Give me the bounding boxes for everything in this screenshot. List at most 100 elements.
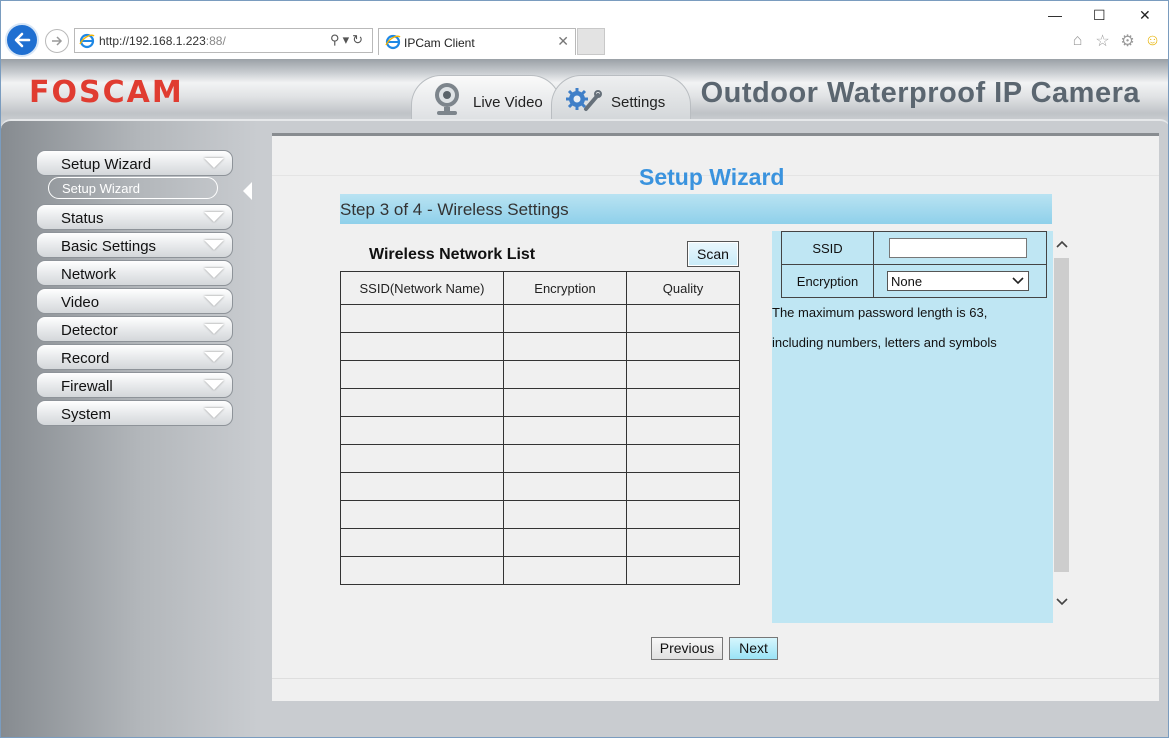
table-row[interactable] <box>340 332 740 361</box>
table-cell <box>340 472 504 501</box>
sidebar-item-basic-settings[interactable]: Basic Settings <box>36 232 233 258</box>
chevron-up-icon[interactable] <box>1055 239 1069 249</box>
table-cell <box>626 444 740 473</box>
scan-button[interactable]: Scan <box>687 241 739 267</box>
chevron-down-icon <box>204 158 224 168</box>
table-row[interactable] <box>340 472 740 501</box>
star-icon[interactable]: ☆ <box>1093 31 1112 50</box>
back-button[interactable] <box>5 23 39 57</box>
chevron-down-icon <box>204 408 224 418</box>
encryption-select[interactable]: None <box>887 271 1029 291</box>
maximize-button[interactable]: ☐ <box>1093 7 1106 24</box>
table-row[interactable] <box>340 444 740 473</box>
table-cell <box>503 500 627 529</box>
table-cell <box>503 528 627 557</box>
chevron-down-icon <box>204 380 224 390</box>
wireless-list-title: Wireless Network List <box>369 246 536 263</box>
table-cell <box>626 500 740 529</box>
ie-icon <box>79 33 95 49</box>
chevron-down-icon[interactable] <box>1055 597 1069 607</box>
sidebar-item-label: Firewall <box>61 378 113 395</box>
table-cell <box>340 332 504 361</box>
table-cell <box>340 304 504 333</box>
arrow-right-icon <box>52 36 63 46</box>
sidebar-item-label: Basic Settings <box>61 238 157 255</box>
chevron-down-icon <box>204 240 224 250</box>
chevron-down-icon <box>1012 277 1024 285</box>
sidebar: Setup Wizard Setup Wizard Status Basic S… <box>36 150 234 428</box>
table-row[interactable] <box>340 304 740 333</box>
table-cell <box>626 388 740 417</box>
table-cell <box>340 500 504 529</box>
app-header: FOSCAM Live Video Settings Outdoor Water… <box>1 59 1168 127</box>
gear-icon[interactable]: ⚙ <box>1118 31 1137 50</box>
chevron-down-icon <box>204 352 224 362</box>
table-row[interactable] <box>340 556 740 585</box>
sidebar-item-video[interactable]: Video <box>36 288 233 314</box>
sidebar-item-label: System <box>61 406 112 423</box>
wireless-form: SSID Encryption None <box>781 231 1047 298</box>
next-button[interactable]: Next <box>729 637 778 660</box>
minimize-button[interactable]: — <box>1048 7 1062 23</box>
column-header-ssid: SSID(Network Name) <box>340 271 504 305</box>
table-row[interactable] <box>340 416 740 445</box>
arrow-left-icon <box>14 32 31 48</box>
address-bar[interactable]: http://192.168.1.223:88/ ⚲▾↻ <box>74 28 373 53</box>
sidebar-item-label: Network <box>61 266 117 283</box>
table-cell <box>626 556 740 585</box>
table-cell <box>340 416 504 445</box>
new-tab-button[interactable] <box>577 28 605 55</box>
sidebar-item-record[interactable]: Record <box>36 344 233 370</box>
table-cell <box>626 360 740 389</box>
sidebar-item-status[interactable]: Status <box>36 204 233 230</box>
table-cell <box>340 556 504 585</box>
close-window-button[interactable]: ✕ <box>1139 7 1151 24</box>
sidebar-item-setup-wizard[interactable]: Setup Wizard <box>36 150 233 176</box>
encryption-cell: None <box>873 264 1047 298</box>
camera-model-title: Outdoor Waterproof IP Camera <box>700 77 1140 109</box>
submenu-setup-wizard[interactable]: Setup Wizard <box>48 177 218 199</box>
forward-button[interactable] <box>45 29 69 53</box>
chevron-down-icon <box>204 212 224 222</box>
table-row[interactable] <box>340 388 740 417</box>
table-cell <box>340 528 504 557</box>
step-label: Step 3 of 4 - Wireless Settings <box>340 200 569 219</box>
sidebar-item-system[interactable]: System <box>36 400 233 426</box>
browser-chrome: http://192.168.1.223:88/ ⚲▾↻ IPCam Clien… <box>1 1 1168 59</box>
table-cell <box>503 388 627 417</box>
table-row[interactable] <box>340 360 740 389</box>
sidebar-item-network[interactable]: Network <box>36 260 233 286</box>
sidebar-item-firewall[interactable]: Firewall <box>36 372 233 398</box>
table-cell <box>503 472 627 501</box>
sidebar-item-detector[interactable]: Detector <box>36 316 233 342</box>
search-refresh-icons[interactable]: ⚲▾↻ <box>330 32 366 48</box>
ssid-cell <box>873 231 1047 265</box>
table-cell <box>340 360 504 389</box>
active-pointer-icon <box>243 182 252 200</box>
column-header-quality: Quality <box>626 271 740 305</box>
ssid-label: SSID <box>781 231 874 265</box>
smiley-icon[interactable]: ☺ <box>1143 31 1162 50</box>
table-row[interactable] <box>340 528 740 557</box>
ie-icon <box>385 34 401 50</box>
submenu-label: Setup Wizard <box>62 181 141 196</box>
table-row[interactable] <box>340 500 740 529</box>
table-cell <box>626 472 740 501</box>
sidebar-item-label: Setup Wizard <box>61 156 152 173</box>
sidebar-item-label: Status <box>61 210 104 227</box>
table-cell <box>626 304 740 333</box>
chevron-down-icon <box>204 268 224 278</box>
column-header-encryption: Encryption <box>503 271 627 305</box>
table-cell <box>503 304 627 333</box>
table-cell <box>503 444 627 473</box>
table-cell <box>503 416 627 445</box>
scrollbar-thumb[interactable] <box>1054 258 1069 572</box>
encryption-value: None <box>891 274 923 289</box>
close-icon[interactable]: ✕ <box>557 33 569 50</box>
ssid-input[interactable] <box>889 238 1027 258</box>
browser-tab[interactable]: IPCam Client ✕ <box>378 28 576 55</box>
sidebar-item-label: Video <box>61 294 100 311</box>
previous-button[interactable]: Previous <box>651 637 723 660</box>
home-icon[interactable]: ⌂ <box>1068 31 1087 50</box>
wireless-form-panel: SSID Encryption None The maximum passwor… <box>772 231 1053 623</box>
